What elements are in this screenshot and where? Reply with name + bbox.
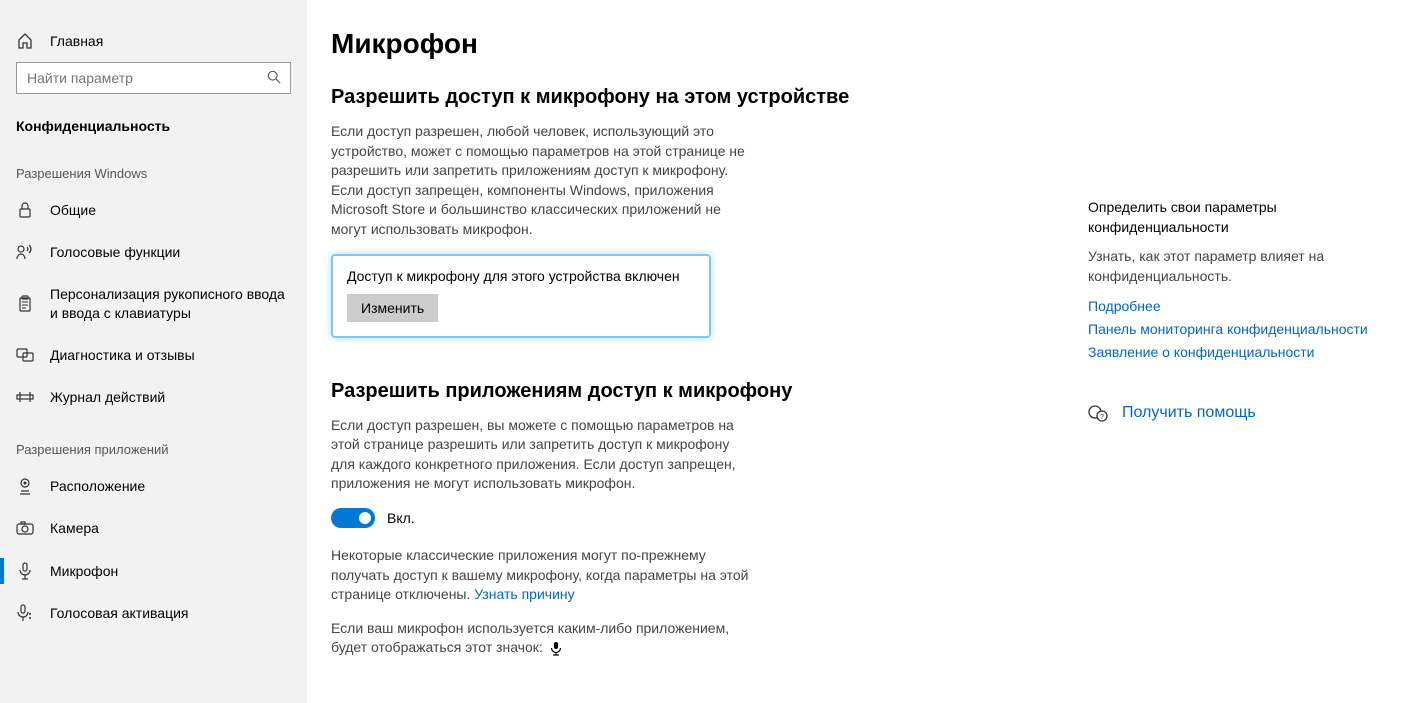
- nav-activity[interactable]: Журнал действий: [0, 376, 307, 418]
- home-icon: [16, 32, 34, 50]
- voice-activation-icon: [16, 604, 34, 622]
- learn-why-link[interactable]: Узнать причину: [474, 586, 574, 602]
- camera-icon: [16, 519, 34, 537]
- device-access-description: Если доступ разрешен, любой человек, исп…: [331, 122, 751, 240]
- nav-label: Микрофон: [50, 562, 118, 580]
- right-column: Определить свои параметры конфиденциальн…: [1088, 28, 1378, 675]
- get-help-row[interactable]: ? Получить помощь: [1088, 403, 1378, 423]
- change-button[interactable]: Изменить: [347, 294, 438, 322]
- desktop-apps-note: Некоторые классические приложения могут …: [331, 546, 751, 605]
- nav-label: Общие: [50, 201, 96, 219]
- device-access-callout: Доступ к микрофону для этого устройства …: [331, 254, 711, 338]
- clipboard-icon: [16, 295, 34, 313]
- nav-location[interactable]: Расположение: [0, 465, 307, 507]
- section-app-access-title: Разрешить приложениям доступ к микрофону: [331, 378, 951, 404]
- lock-icon: [16, 201, 34, 219]
- nav-label: Диагностика и отзывы: [50, 346, 195, 364]
- app-access-description: Если доступ разрешен, вы можете с помощь…: [331, 416, 751, 494]
- help-icon: ?: [1088, 403, 1108, 423]
- feedback-icon: [16, 346, 34, 364]
- right-title: Определить свои параметры конфиденциальн…: [1088, 198, 1378, 237]
- nav-voice-activation[interactable]: Голосовая активация: [0, 592, 307, 634]
- page-title: Микрофон: [331, 28, 951, 60]
- microphone-icon: [16, 562, 34, 580]
- nav-diagnostics[interactable]: Диагностика и отзывы: [0, 334, 307, 376]
- right-subtitle: Узнать, как этот параметр влияет на конф…: [1088, 247, 1378, 286]
- mic-in-use-text: Если ваш микрофон используется каким-либ…: [331, 620, 729, 656]
- mic-indicator-icon: [551, 642, 561, 656]
- nav-label: Голосовая активация: [50, 604, 189, 622]
- device-access-status: Доступ к микрофону для этого устройства …: [347, 268, 695, 284]
- timeline-icon: [16, 388, 34, 406]
- right-links: Подробнее Панель мониторинга конфиденциа…: [1088, 296, 1378, 363]
- mic-in-use-note: Если ваш микрофон используется каким-либ…: [331, 619, 751, 658]
- section-windows-perms: Разрешения Windows: [0, 142, 307, 189]
- nav-camera[interactable]: Камера: [0, 507, 307, 549]
- nav-label: Расположение: [50, 477, 145, 495]
- app-access-toggle-row: Вкл.: [331, 508, 951, 528]
- nav-microphone[interactable]: Микрофон: [0, 550, 307, 592]
- home-nav[interactable]: Главная: [0, 20, 307, 62]
- sidebar: Главная Конфиденциальность Разрешения Wi…: [0, 0, 307, 703]
- home-label: Главная: [50, 33, 103, 49]
- nav-label: Камера: [50, 519, 99, 537]
- search-input[interactable]: [16, 62, 291, 94]
- nav-inking[interactable]: Персонализация рукописного ввода и ввода…: [0, 273, 307, 333]
- category-title: Конфиденциальность: [0, 106, 307, 142]
- nav-general[interactable]: Общие: [0, 189, 307, 231]
- main-pane: Микрофон Разрешить доступ к микрофону на…: [307, 0, 1418, 703]
- privacy-dashboard-link[interactable]: Панель мониторинга конфиденциальности: [1088, 319, 1378, 340]
- section-app-perms: Разрешения приложений: [0, 418, 307, 465]
- learn-more-link[interactable]: Подробнее: [1088, 296, 1378, 317]
- svg-text:?: ?: [1100, 414, 1104, 421]
- app-access-toggle[interactable]: [331, 508, 375, 528]
- location-icon: [16, 477, 34, 495]
- section-device-access-title: Разрешить доступ к микрофону на этом уст…: [331, 84, 951, 110]
- nav-label: Персонализация рукописного ввода и ввода…: [50, 285, 291, 321]
- speech-icon: [16, 243, 34, 261]
- get-help-link[interactable]: Получить помощь: [1122, 404, 1256, 422]
- toggle-state-label: Вкл.: [387, 510, 415, 526]
- nav-speech[interactable]: Голосовые функции: [0, 231, 307, 273]
- search-wrap: [0, 62, 307, 106]
- privacy-statement-link[interactable]: Заявление о конфиденциальности: [1088, 342, 1378, 363]
- nav-label: Журнал действий: [50, 388, 165, 406]
- nav-label: Голосовые функции: [50, 243, 180, 261]
- content-column: Микрофон Разрешить доступ к микрофону на…: [331, 28, 951, 675]
- search-icon: [267, 70, 281, 84]
